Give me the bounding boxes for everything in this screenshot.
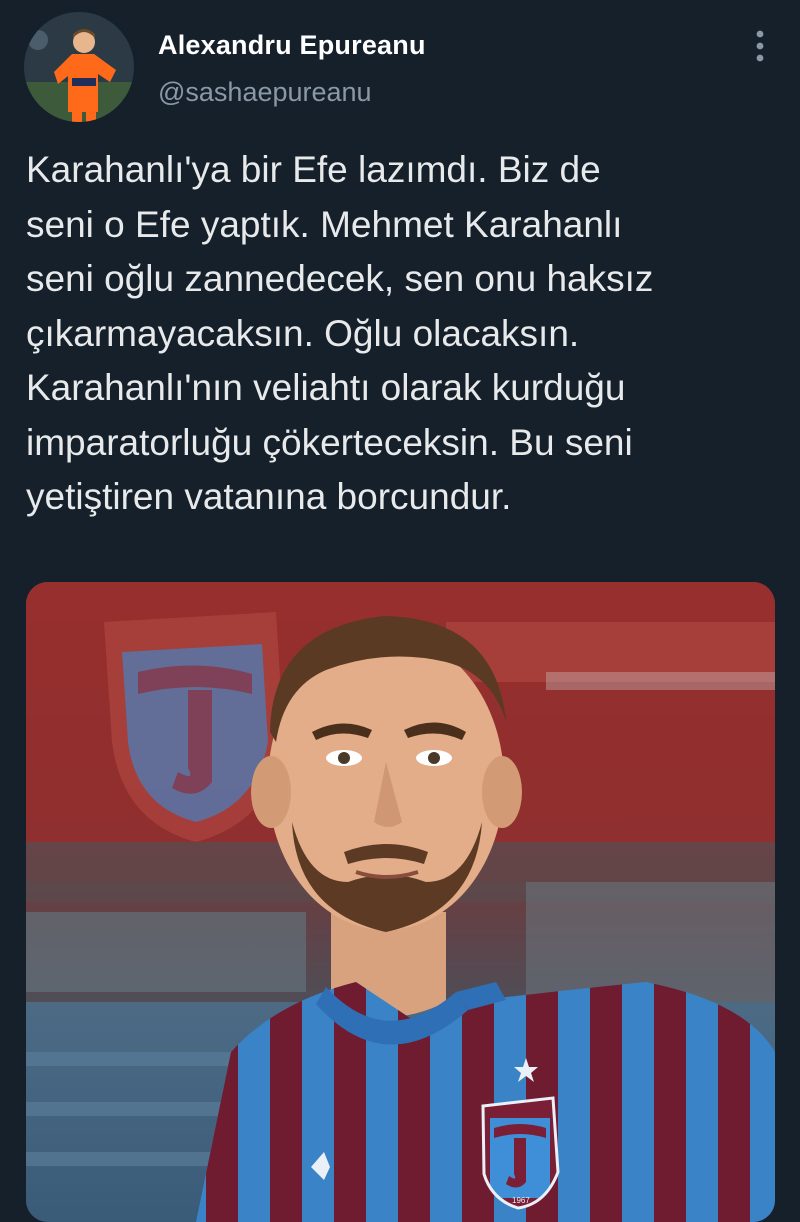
player-photo: 1967 (26, 582, 775, 1222)
crest-year: 1967 (512, 1196, 530, 1205)
tweet-media-photo[interactable]: 1967 (26, 582, 775, 1222)
author-display-name[interactable]: Alexandru Epureanu (158, 30, 426, 61)
player-avatar-image (24, 12, 134, 122)
more-options-button[interactable] (740, 26, 780, 66)
more-options-icon (756, 30, 764, 62)
author-handle[interactable]: @sashaepureanu (158, 77, 372, 108)
tweet-text: Karahanlı'ya bir Efe lazımdı. Biz de sen… (26, 149, 654, 517)
author-avatar[interactable] (24, 12, 134, 122)
